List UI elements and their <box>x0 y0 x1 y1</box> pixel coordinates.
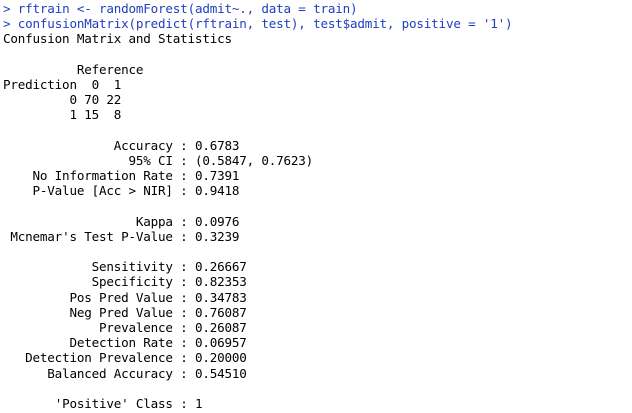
stat-row: Sensitivity : 0.26667 <box>91 259 247 275</box>
stat-label: P-Value [Acc > NIR] <box>32 183 173 199</box>
command-code: confusionMatrix(predict(rftrain, test), … <box>17 16 513 32</box>
stat-row: Kappa : 0.0976 <box>135 213 240 229</box>
matrix-column-header: Prediction 0 1 <box>3 77 631 92</box>
stat-row: Specificity : 0.82353 <box>91 274 247 290</box>
positive-class-value: 1 <box>194 395 203 411</box>
stat-value: 0.76087 <box>194 304 247 320</box>
stat-label: Pos Pred Value <box>69 289 173 305</box>
stat-row: P-Value [Acc > NIR] : 0.9418 <box>32 183 240 199</box>
matrix-reference-header: Reference <box>3 62 631 77</box>
stat-row: No Information Rate : 0.7391 <box>32 168 240 184</box>
matrix-row: 1 15 8 <box>3 107 631 122</box>
stat-row: Pos Pred Value : 0.34783 <box>69 289 247 305</box>
stat-row: Detection Rate : 0.06957 <box>69 335 247 351</box>
stat-label: Prevalence <box>98 319 173 335</box>
command-code: rftrain <- randomForest(admit~., data = … <box>17 1 358 16</box>
stat-value: 0.9418 <box>194 183 240 199</box>
matrix-row-level: 1 <box>69 107 77 123</box>
stat-row: 95% CI : (0.5847, 0.7623) <box>128 152 314 168</box>
stat-label: Detection Prevalence <box>25 350 173 366</box>
matrix-cell: 15 <box>84 107 99 123</box>
stat-row: Accuracy : 0.6783 <box>113 137 240 153</box>
stat-label: Balanced Accuracy <box>47 365 173 381</box>
output-header: Confusion Matrix and Statistics <box>3 31 232 47</box>
console-prompt: > <box>3 16 11 32</box>
stat-row: Mcnemar's Test P-Value : 0.3239 <box>10 228 240 244</box>
stat-value: 0.26087 <box>194 319 247 335</box>
stat-value: 0.3239 <box>194 228 240 244</box>
stat-label: Accuracy <box>113 137 173 153</box>
stat-label: Kappa <box>135 213 173 229</box>
stat-value: 0.06957 <box>194 335 247 351</box>
stat-value: 0.20000 <box>194 350 247 366</box>
stat-label: No Information Rate <box>32 168 173 184</box>
stat-row: Detection Prevalence : 0.20000 <box>25 350 247 366</box>
reference-label: Reference <box>76 61 144 77</box>
positive-class-row: 'Positive' Class : 1 <box>54 395 203 411</box>
r-console[interactable]: > rftrain <- randomForest(admit~., data … <box>3 1 631 412</box>
stat-label: Neg Pred Value <box>69 304 173 320</box>
matrix-row-level: 0 <box>69 92 77 108</box>
command-line-confusionmatrix: > confusionMatrix(predict(rftrain, test)… <box>3 16 631 31</box>
matrix-col-level: 1 <box>113 76 122 92</box>
stat-value: 0.6783 <box>194 137 240 153</box>
stat-label: Mcnemar's Test P-Value <box>10 228 173 244</box>
stat-label: Specificity <box>91 274 173 290</box>
positive-class-label: 'Positive' Class <box>54 395 173 411</box>
stat-label: Detection Rate <box>69 335 173 351</box>
stat-row: Prevalence : 0.26087 <box>98 319 247 335</box>
matrix-row: 0 70 22 <box>3 92 631 107</box>
stat-value: (0.5847, 0.7623) <box>194 152 314 168</box>
matrix-cell: 8 <box>113 107 122 123</box>
stat-value: 0.0976 <box>194 213 240 229</box>
command-line-randomforest: > rftrain <- randomForest(admit~., data … <box>3 1 631 16</box>
stat-value: 0.7391 <box>194 168 240 184</box>
stat-value: 0.34783 <box>194 289 247 305</box>
console-prompt: > <box>3 1 11 16</box>
stat-label: Sensitivity <box>91 259 173 275</box>
matrix-col-level: 0 <box>91 76 100 92</box>
stat-label: 95% CI <box>128 152 173 168</box>
stat-value: 0.54510 <box>194 365 247 381</box>
matrix-cell: 22 <box>106 92 122 108</box>
matrix-cell: 70 <box>84 92 99 108</box>
stat-row: Balanced Accuracy : 0.54510 <box>47 365 247 381</box>
stat-value: 0.82353 <box>194 274 247 290</box>
prediction-label: Prediction <box>3 76 77 92</box>
stat-value: 0.26667 <box>194 259 247 275</box>
stat-row: Neg Pred Value : 0.76087 <box>69 304 247 320</box>
